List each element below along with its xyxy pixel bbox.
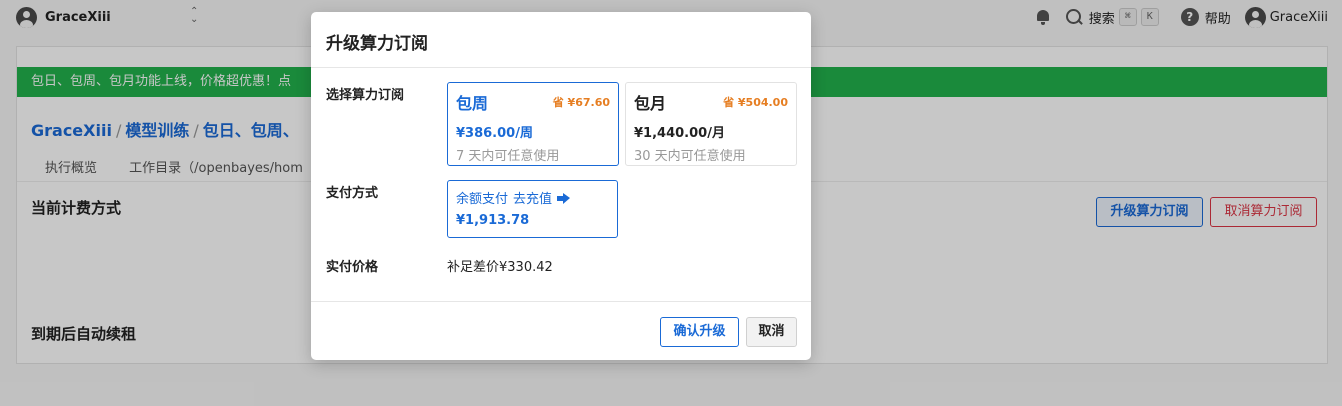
- plan-savings: 省 ¥504.00: [723, 96, 788, 109]
- plan-price: ¥1,440.00/月: [634, 126, 725, 141]
- balance-amount: ¥1,913.78: [456, 213, 530, 228]
- plan-savings: 省 ¥67.60: [552, 96, 610, 109]
- plan-option-weekly[interactable]: 包周 省 ¥67.60 ¥386.00/周 7 天内可任意使用: [447, 82, 619, 166]
- plan-note: 30 天内可任意使用: [634, 149, 746, 164]
- final-price-label: 实付价格: [326, 260, 379, 275]
- modal-title: 升级算力订阅: [311, 12, 811, 68]
- plan-price: ¥386.00/周: [456, 126, 533, 141]
- modal-footer: 确认升级 取消: [311, 301, 811, 360]
- plan-label: 选择算力订阅: [326, 88, 405, 103]
- plan-option-monthly[interactable]: 包月 省 ¥504.00 ¥1,440.00/月 30 天内可任意使用: [625, 82, 797, 166]
- payment-label: 支付方式: [326, 186, 379, 201]
- recharge-link[interactable]: 去充值: [513, 188, 552, 207]
- payment-option-balance[interactable]: 余额支付 去充值 ¥1,913.78: [447, 180, 618, 238]
- cancel-button[interactable]: 取消: [746, 317, 797, 347]
- plan-note: 7 天内可任意使用: [456, 149, 560, 164]
- upgrade-modal: 升级算力订阅 选择算力订阅 包周 省 ¥67.60 ¥386.00/周 7 天内…: [311, 12, 811, 360]
- final-price-value: 补足差价¥330.42: [447, 260, 553, 275]
- confirm-upgrade-button[interactable]: 确认升级: [660, 317, 739, 347]
- payment-method: 余额支付: [456, 192, 509, 207]
- arrow-right-icon[interactable]: [557, 192, 571, 204]
